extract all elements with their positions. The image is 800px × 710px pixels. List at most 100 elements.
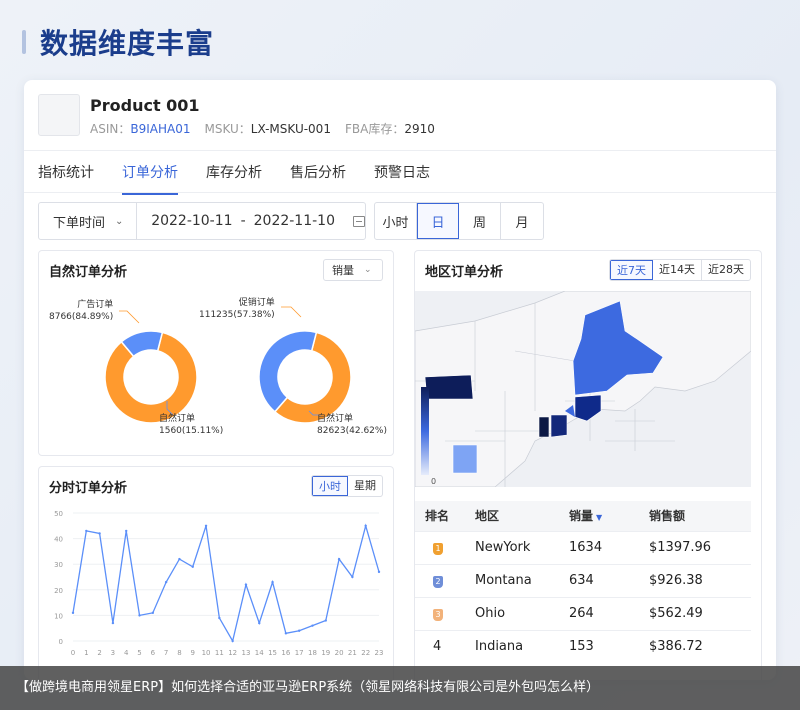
x-tick-label: 16 xyxy=(281,649,290,657)
header-divider xyxy=(24,150,776,151)
row-amount: $562.49 xyxy=(649,596,751,630)
data-point[interactable] xyxy=(111,621,115,625)
date-range-input[interactable]: 2022-10-11 - 2022-11-10 xyxy=(137,213,365,229)
tab-inventory-analysis[interactable]: 库存分析 xyxy=(206,164,262,192)
region-map[interactable]: 0 xyxy=(415,291,751,487)
period-14d-button[interactable]: 近14天 xyxy=(653,260,702,280)
metric-select[interactable]: 销量 ⌄ xyxy=(323,259,383,281)
data-point[interactable] xyxy=(98,532,101,535)
table-row[interactable]: 4 Indiana 153 $386.72 xyxy=(415,629,751,663)
col-qty[interactable]: 销量 ▼ xyxy=(569,501,649,531)
map-region-montana xyxy=(424,374,474,400)
x-tick-label: 14 xyxy=(255,649,264,657)
data-point[interactable] xyxy=(244,583,248,586)
row-region: NewYork xyxy=(475,530,569,564)
chevron-down-icon: ⌄ xyxy=(364,265,372,275)
metric-select-value: 销量 xyxy=(332,264,354,277)
data-point[interactable] xyxy=(164,580,168,584)
data-point[interactable] xyxy=(191,565,194,568)
table-row[interactable]: 3 Ohio 264 $562.49 xyxy=(415,596,751,630)
date-range-picker: 下单时间 ⌄ 2022-10-11 - 2022-11-10 xyxy=(38,202,366,240)
hourly-orders-title: 分时订单分析 xyxy=(49,481,128,496)
granularity-hour-button[interactable]: 小时 xyxy=(375,203,417,239)
granularity-day-button[interactable]: 日 xyxy=(417,203,459,239)
map-region-ohio xyxy=(550,414,568,438)
donut2-bottom-label-name: 自然订单 xyxy=(317,414,354,424)
map-region-arizona xyxy=(452,444,478,474)
product-name: Product 001 xyxy=(90,96,200,115)
filter-bar: 下单时间 ⌄ 2022-10-11 - 2022-11-10 小时 日 周 月 xyxy=(38,202,544,240)
data-point[interactable] xyxy=(151,611,155,615)
donut1-bottom-label-name: 自然订单 xyxy=(159,414,196,424)
data-point[interactable] xyxy=(204,524,208,527)
date-type-value: 下单时间 xyxy=(53,215,106,231)
x-tick-label: 9 xyxy=(191,649,195,657)
row-qty: 1634 xyxy=(569,530,649,564)
data-point[interactable] xyxy=(337,557,341,561)
map-region-indiana xyxy=(538,416,550,438)
silver-medal-icon: 2 xyxy=(433,576,443,588)
tabs-divider xyxy=(24,192,776,193)
sort-desc-icon[interactable]: ▼ xyxy=(596,513,602,522)
page-heading: 数据维度丰富 xyxy=(22,24,214,60)
data-point[interactable] xyxy=(311,624,314,627)
data-point[interactable] xyxy=(138,614,141,617)
data-point[interactable] xyxy=(218,616,221,620)
calendar-icon[interactable] xyxy=(353,215,365,227)
y-tick-label: 50 xyxy=(54,510,63,518)
data-point[interactable] xyxy=(125,529,128,533)
row-qty: 153 xyxy=(569,629,649,663)
x-tick-label: 18 xyxy=(308,649,317,657)
asin-label: ASIN： xyxy=(90,122,131,136)
data-point[interactable] xyxy=(178,557,181,561)
tab-indicators[interactable]: 指标统计 xyxy=(38,164,94,192)
x-tick-label: 0 xyxy=(71,649,75,657)
x-tick-label: 8 xyxy=(177,649,181,657)
table-row[interactable]: 2 Montana 634 $926.38 xyxy=(415,563,751,597)
date-separator: - xyxy=(240,213,246,229)
tab-order-analysis[interactable]: 订单分析 xyxy=(122,164,178,195)
hourly-weekday-button[interactable]: 星期 xyxy=(348,476,382,496)
data-point[interactable] xyxy=(324,619,327,622)
gold-medal-icon: 1 xyxy=(433,543,443,555)
data-point[interactable] xyxy=(258,621,261,625)
period-7d-button[interactable]: 近7天 xyxy=(610,260,653,280)
x-tick-label: 21 xyxy=(348,649,357,657)
data-point[interactable] xyxy=(351,575,354,579)
data-point[interactable] xyxy=(297,629,301,632)
hourly-orders-panel: 分时订单分析 小时 星期 0 10 20 30 40 50 0 1 2 3 4 5 6 7 8 9 10 11 12… xyxy=(38,466,394,680)
region-ranking-table: 排名 地区 销量 ▼ 销售额 1 NewYork 1634 $1397.96 2 … xyxy=(415,501,751,663)
col-qty-label: 销量 xyxy=(569,509,594,524)
period-28d-button[interactable]: 近28天 xyxy=(702,260,750,280)
x-tick-label: 6 xyxy=(151,649,156,657)
x-tick-label: 20 xyxy=(335,649,344,657)
tab-after-sales[interactable]: 售后分析 xyxy=(290,164,346,192)
data-point[interactable] xyxy=(71,611,75,615)
x-tick-label: 3 xyxy=(111,649,115,657)
x-tick-label: 13 xyxy=(241,649,250,657)
asin-link[interactable]: B9IAHA01 xyxy=(130,122,190,136)
data-point[interactable] xyxy=(271,580,274,584)
data-point[interactable] xyxy=(85,529,88,533)
granularity-month-button[interactable]: 月 xyxy=(501,203,543,239)
data-point[interactable] xyxy=(364,524,367,527)
hourly-hour-button[interactable]: 小时 xyxy=(312,476,348,496)
tab-alert-log[interactable]: 预警日志 xyxy=(374,164,430,192)
region-orders-panel: 地区订单分析 近7天 近14天 近28天 0 排名 地区 销量 ▼ 销售额 1 … xyxy=(414,250,762,680)
data-point[interactable] xyxy=(231,639,234,643)
msku-value: LX-MSKU-001 xyxy=(250,122,331,136)
data-point[interactable] xyxy=(284,632,288,635)
date-start: 2022-10-11 xyxy=(151,213,233,229)
chevron-down-icon: ⌄ xyxy=(115,215,124,227)
data-point[interactable] xyxy=(377,570,381,574)
granularity-week-button[interactable]: 周 xyxy=(459,203,501,239)
y-tick-label: 0 xyxy=(59,638,63,646)
date-type-select[interactable]: 下单时间 ⌄ xyxy=(39,203,138,239)
bronze-medal-icon: 3 xyxy=(433,609,443,621)
donut2-bottom-label-value: 82623(42.62%) xyxy=(317,426,387,436)
table-row[interactable]: 1 NewYork 1634 $1397.96 xyxy=(415,530,751,564)
col-rank: 排名 xyxy=(415,501,475,531)
map-legend-gradient xyxy=(421,387,429,475)
region-map-svg: 0 xyxy=(415,291,751,487)
x-tick-label: 4 xyxy=(124,649,129,657)
